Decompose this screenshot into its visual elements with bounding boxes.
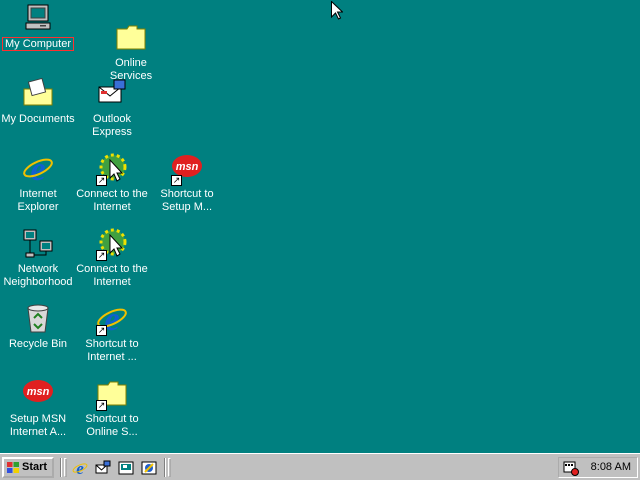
desktop-icon-label: My Computer bbox=[1, 37, 75, 51]
task-area-grip[interactable] bbox=[168, 458, 171, 477]
svg-text:msn: msn bbox=[27, 386, 50, 398]
desktop-icon-label: Recycle Bin bbox=[8, 338, 68, 350]
quick-launch-channels-icon[interactable] bbox=[141, 460, 157, 476]
internet-explorer-icon: e bbox=[23, 152, 53, 184]
desktop-icon-label: My Documents bbox=[1, 113, 75, 125]
mouse-cursor-icon bbox=[331, 1, 343, 20]
system-tray: 8:08 AM bbox=[558, 457, 638, 478]
desktop-icon-label: Shortcut to Internet ... bbox=[85, 338, 139, 363]
recycle-bin-icon bbox=[27, 304, 49, 333]
desktop-icon-shortcut-online-services[interactable]: ↗ Shortcut to Online S... bbox=[74, 375, 150, 445]
shortcut-arrow-icon: ↗ bbox=[96, 325, 107, 336]
desktop-icon-setup-msn[interactable]: msn Setup MSN Internet A... bbox=[0, 375, 76, 445]
desktop-icon-recycle-bin[interactable]: Recycle Bin bbox=[0, 300, 76, 370]
desktop-icon-my-documents[interactable]: My Documents bbox=[0, 75, 76, 145]
desktop-icon-shortcut-internet[interactable]: e ↗ Shortcut to Internet ... bbox=[74, 300, 150, 370]
taskbar-clock[interactable]: 8:08 AM bbox=[591, 461, 631, 473]
taskbar: Start e 8:08 AM bbox=[0, 453, 640, 480]
scheduler-tray-icon[interactable] bbox=[563, 460, 579, 476]
desktop-icon-network-neighborhood[interactable]: Network Neighborhood bbox=[0, 225, 76, 295]
svg-text:e: e bbox=[30, 152, 45, 184]
taskbar-separator bbox=[164, 458, 166, 477]
shortcut-arrow-icon: ↗ bbox=[171, 175, 182, 186]
desktop-icon-connect-internet[interactable]: ↗ Connect to the Internet bbox=[74, 150, 150, 220]
desktop[interactable]: My Computer Online Services My Documents… bbox=[0, 0, 640, 453]
network-icon bbox=[23, 229, 53, 258]
quick-launch-grip[interactable] bbox=[64, 458, 67, 477]
desktop-icon-label: Connect to the Internet bbox=[76, 188, 148, 213]
quick-launch-internet-explorer-icon[interactable]: e bbox=[72, 460, 88, 476]
my-documents-icon bbox=[23, 77, 53, 106]
desktop-icon-label: Shortcut to Setup M... bbox=[160, 188, 214, 213]
desktop-icon-label: Shortcut to Online S... bbox=[85, 413, 139, 438]
desktop-icon-connect-internet-2[interactable]: ↗ Connect to the Internet bbox=[74, 225, 150, 295]
desktop-icon-shortcut-setup-msn[interactable]: msn ↗ Shortcut to Setup M... bbox=[149, 150, 225, 220]
desktop-icon-my-computer[interactable]: My Computer bbox=[0, 0, 76, 70]
desktop-icon-label: Setup MSN Internet A... bbox=[9, 413, 67, 438]
shortcut-arrow-icon: ↗ bbox=[96, 175, 107, 186]
desktop-icon-label: Connect to the Internet bbox=[76, 263, 148, 288]
my-computer-icon bbox=[25, 4, 51, 30]
desktop-icon-label: Internet Explorer bbox=[17, 188, 59, 213]
shortcut-arrow-icon: ↗ bbox=[96, 250, 107, 261]
quick-launch-show-desktop-icon[interactable] bbox=[118, 460, 134, 476]
start-label: Start bbox=[22, 461, 48, 473]
outlook-express-icon bbox=[98, 79, 126, 103]
start-button[interactable]: Start bbox=[2, 457, 54, 478]
shortcut-arrow-icon: ↗ bbox=[96, 400, 107, 411]
msn-icon: msn bbox=[23, 380, 53, 402]
desktop-icon-outlook-express[interactable]: Outlook Express bbox=[74, 75, 150, 145]
desktop-icon-label: Network Neighborhood bbox=[3, 263, 73, 288]
quick-launch-outlook-express-icon[interactable] bbox=[95, 460, 111, 476]
desktop-icon-label: Outlook Express bbox=[92, 113, 132, 138]
svg-text:msn: msn bbox=[176, 161, 199, 173]
svg-text:e: e bbox=[76, 460, 84, 476]
folder-icon bbox=[116, 25, 146, 50]
windows-logo-icon bbox=[7, 462, 19, 473]
taskbar-separator bbox=[60, 458, 62, 477]
desktop-icon-internet-explorer[interactable]: e Internet Explorer bbox=[0, 150, 76, 220]
